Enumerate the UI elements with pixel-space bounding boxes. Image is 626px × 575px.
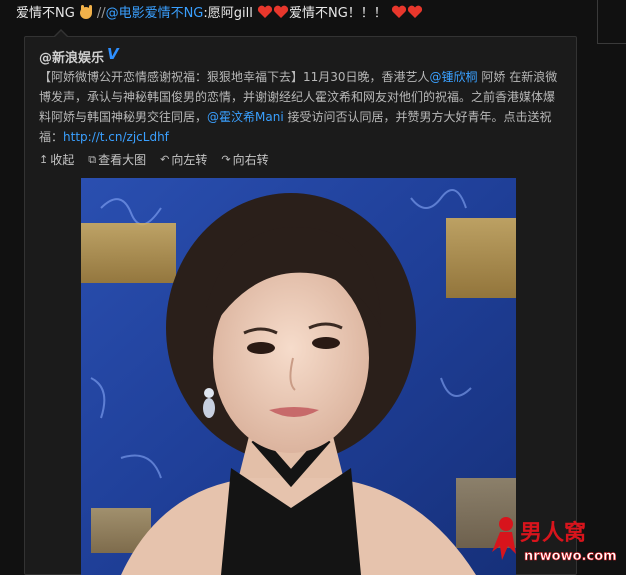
view-large-button[interactable]: ⧉ 查看大图 bbox=[88, 151, 146, 168]
rock-hand-emoji-icon bbox=[79, 5, 92, 19]
site-watermark-logo: 男人窝 nrwowo.com bbox=[492, 517, 617, 564]
post-colon-text: :愿阿gill bbox=[203, 6, 253, 21]
watermark-name: 男人窝 bbox=[520, 520, 586, 546]
rotate-left-button[interactable]: ↶ 向左转 bbox=[160, 151, 207, 168]
repost-prefix: // bbox=[96, 6, 106, 21]
text-segment: 【阿娇微博公开恋情感谢祝福：狠狠地幸福下去】11月30日晚，香港艺人 bbox=[39, 70, 430, 84]
post-lead-text: 爱情不NG bbox=[16, 6, 75, 21]
side-panel-border bbox=[597, 0, 598, 44]
short-url-link[interactable]: http://t.cn/zjcLdhf bbox=[63, 130, 169, 144]
heart-emoji-icon bbox=[407, 5, 423, 18]
original-post-text: 【阿娇微博公开恋情感谢祝福：狠狠地幸福下去】11月30日晚，香港艺人@锺欣桐 阿… bbox=[39, 67, 564, 147]
heart-emoji-icon bbox=[273, 5, 289, 18]
original-author-link[interactable]: @新浪娱乐 bbox=[39, 47, 104, 66]
card-pointer-inner bbox=[54, 31, 68, 38]
view-large-label: 查看大图 bbox=[98, 153, 147, 167]
image-actions-bar: ↥ 收起 ⧉ 查看大图 ↶ 向左转 ↷ 向右转 bbox=[39, 151, 283, 168]
post-tail-text: 爱情不NG！！！ bbox=[289, 6, 387, 21]
rotate-left-icon: ↶ bbox=[160, 153, 170, 166]
mention-link-gillian[interactable]: @锺欣桐 bbox=[430, 70, 478, 84]
collapse-button[interactable]: ↥ 收起 bbox=[39, 151, 74, 168]
heart-emoji-icon bbox=[257, 5, 273, 18]
collapse-icon: ↥ bbox=[39, 153, 49, 166]
post-text: 爱情不NG //@电影爱情不NG:愿阿gill 爱情不NG！！！ bbox=[16, 4, 423, 24]
verified-badge-icon: V bbox=[107, 45, 119, 63]
rotate-right-button[interactable]: ↷ 向右转 bbox=[221, 151, 268, 168]
portrait-image bbox=[81, 178, 516, 575]
side-panel-border bbox=[597, 43, 626, 44]
rotate-right-icon: ↷ bbox=[221, 153, 231, 166]
rotate-right-label: 向右转 bbox=[232, 153, 269, 167]
watermark-url: nrwowo.com bbox=[524, 549, 617, 564]
mention-link-mani[interactable]: @霍汶希Mani bbox=[207, 110, 284, 124]
rotate-left-label: 向左转 bbox=[171, 153, 208, 167]
collapse-label: 收起 bbox=[50, 153, 75, 167]
post-photo[interactable] bbox=[81, 178, 516, 575]
view-large-icon: ⧉ bbox=[88, 152, 97, 166]
mention-link-movie[interactable]: @电影爱情不NG bbox=[106, 6, 204, 21]
heart-emoji-icon bbox=[391, 5, 407, 18]
